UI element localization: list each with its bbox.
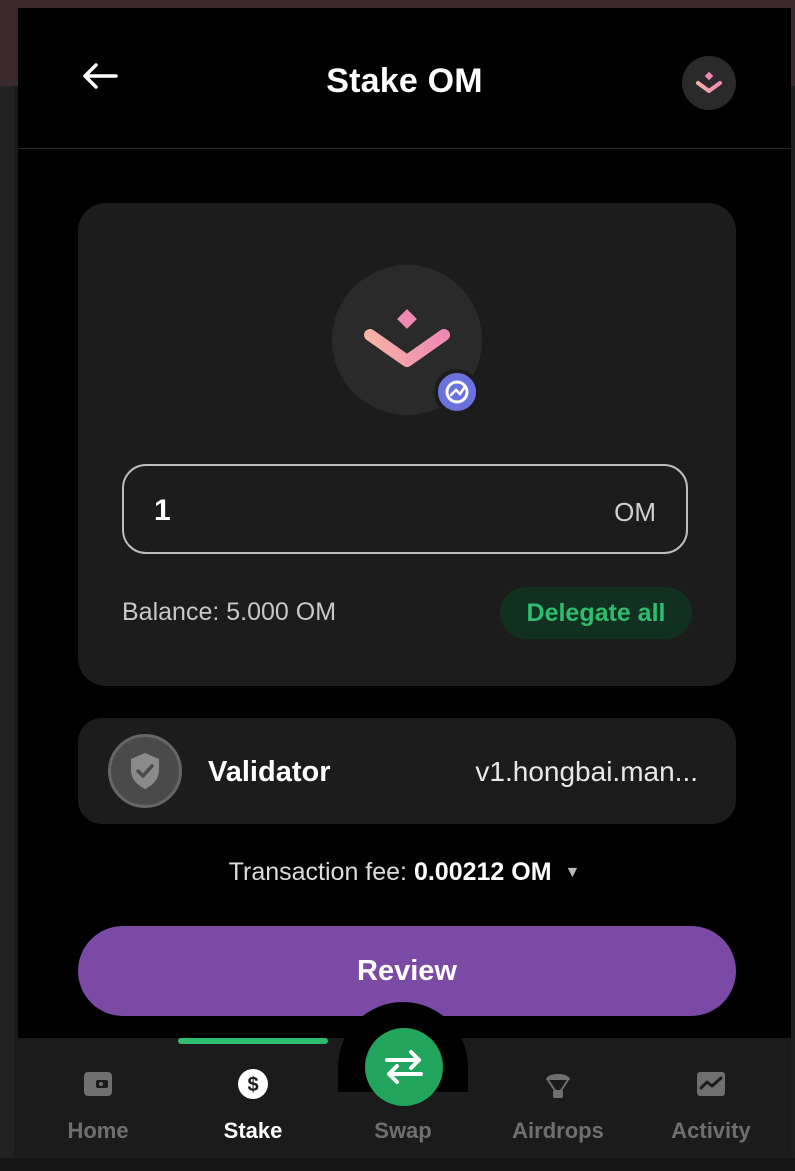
chain-badge [434,369,480,415]
airdrop-icon [540,1066,576,1102]
nav-home[interactable]: Home [23,1038,173,1158]
amount-value: 1 [154,494,171,527]
swap-arrows-icon [385,1050,423,1084]
validator-selector[interactable]: Validator v1.hongbai.man... [78,718,736,824]
fee-value: 0.00212 OM [413,858,552,886]
svg-text:$: $ [247,1074,258,1096]
nav-label-stake: Stake [223,1118,283,1143]
nav-label-swap: Swap [374,1118,432,1143]
nav-label-airdrops: Airdrops [512,1118,604,1143]
validator-address: v1.hongbai.man... [475,756,698,787]
page-title: Stake OM [326,62,483,100]
chain-network-icon [445,380,469,404]
nav-stake[interactable]: $ Stake [178,1038,328,1158]
validator-avatar [108,734,182,808]
nav-label-home: Home [67,1118,129,1143]
shield-check-icon [131,753,159,789]
caret-down-icon: ▼ [564,864,581,882]
nav-airdrops[interactable]: Airdrops [483,1038,633,1158]
wallet-popup: Stake OM 1 OM Balance: 5.000 OM Delegate… [18,8,791,1158]
transaction-fee-row[interactable]: Transaction fee: 0.00212 OM ▼ [18,858,791,887]
validator-label: Validator [208,756,331,788]
stake-card: 1 OM Balance: 5.000 OM Delegate all [78,203,736,686]
mantra-logo-icon [696,71,722,93]
amount-input[interactable]: 1 OM [122,464,688,554]
amount-unit: OM [614,497,656,527]
nav-label-activity: Activity [671,1118,751,1143]
nav-activity[interactable]: Activity [636,1038,786,1158]
nav-swap-button[interactable] [365,1028,443,1106]
delegate-all-button[interactable]: Delegate all [500,587,692,639]
wallet-icon [80,1066,116,1102]
background-app-left [0,86,14,1171]
dollar-coin-icon: $ [235,1066,271,1102]
fee-label: Transaction fee: [228,858,407,886]
header: Stake OM [18,8,791,149]
balance-text: Balance: 5.000 OM [122,598,337,626]
background-app-bottom [0,1158,795,1171]
account-avatar-button[interactable] [682,56,736,110]
activity-chart-icon [693,1066,729,1102]
